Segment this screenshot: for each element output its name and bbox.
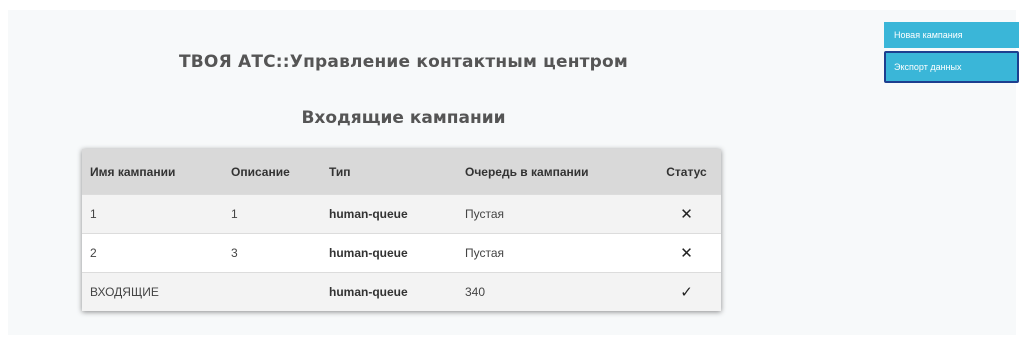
section-title: Входящие кампании [301, 108, 506, 128]
column-header-queue[interactable]: Очередь в кампании [457, 149, 652, 195]
campaign-name-cell[interactable]: 1 [82, 194, 223, 234]
column-header-name[interactable]: Имя кампании [82, 149, 223, 195]
type-cell: human-queue [321, 272, 457, 311]
description-cell: 3 [223, 233, 321, 273]
campaign-name-cell[interactable]: ВХОДЯЩИЕ [82, 272, 223, 311]
queue-cell: Пустая [457, 194, 652, 234]
campaign-name-cell[interactable]: 2 [82, 233, 223, 273]
table-row[interactable]: ВХОДЯЩИЕ human-queue 340 ✓ [82, 272, 721, 311]
description-cell: 1 [223, 194, 321, 234]
page-title: ТВОЯ АТС::Управление контактным центром [178, 52, 629, 72]
new-campaign-button[interactable]: Новая кампания [884, 22, 1019, 48]
table-header-row: Имя кампании Описание Тип Очередь в камп… [82, 149, 721, 195]
type-cell: human-queue [321, 233, 457, 273]
description-cell [223, 272, 321, 311]
status-inactive-icon[interactable]: ✕ [652, 233, 721, 273]
campaigns-table: Имя кампании Описание Тип Очередь в камп… [82, 149, 721, 311]
status-inactive-icon[interactable]: ✕ [652, 194, 721, 234]
export-data-button[interactable]: Экспорт данных [884, 51, 1019, 83]
column-header-type[interactable]: Тип [321, 149, 457, 195]
status-active-icon[interactable]: ✓ [652, 272, 721, 311]
table-row[interactable]: 1 1 human-queue Пустая ✕ [82, 194, 721, 234]
column-header-status[interactable]: Статус [652, 149, 721, 195]
queue-cell: Пустая [457, 233, 652, 273]
type-cell: human-queue [321, 194, 457, 234]
table-row[interactable]: 2 3 human-queue Пустая ✕ [82, 233, 721, 273]
queue-cell: 340 [457, 272, 652, 311]
column-header-description[interactable]: Описание [223, 149, 321, 195]
